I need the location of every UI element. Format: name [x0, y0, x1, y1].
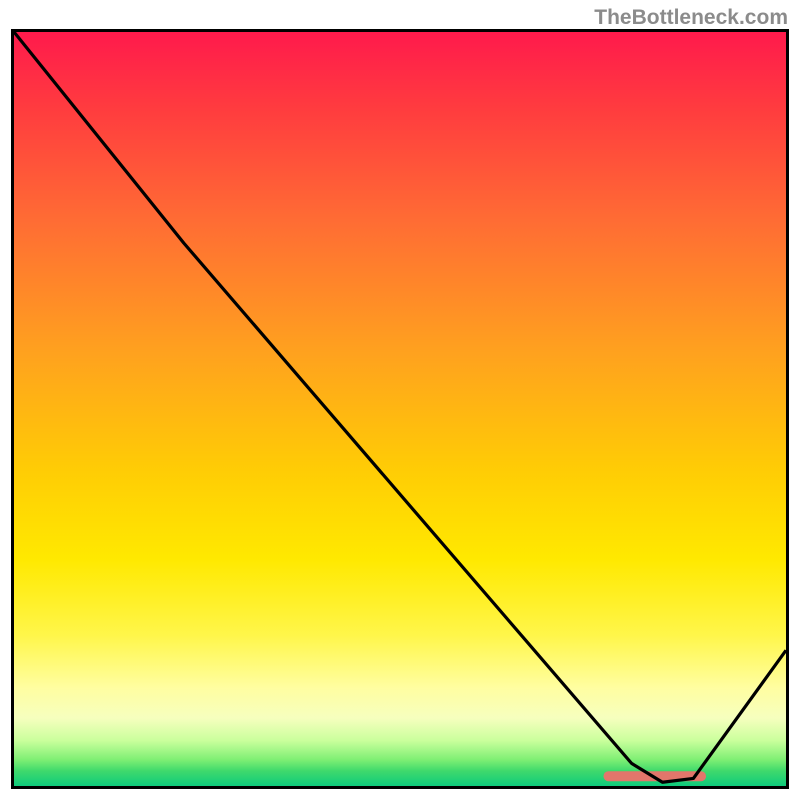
- chart-svg: [14, 32, 786, 786]
- chart-frame: [11, 29, 789, 789]
- data-line: [14, 32, 786, 782]
- watermark-text: TheBottleneck.com: [594, 6, 788, 30]
